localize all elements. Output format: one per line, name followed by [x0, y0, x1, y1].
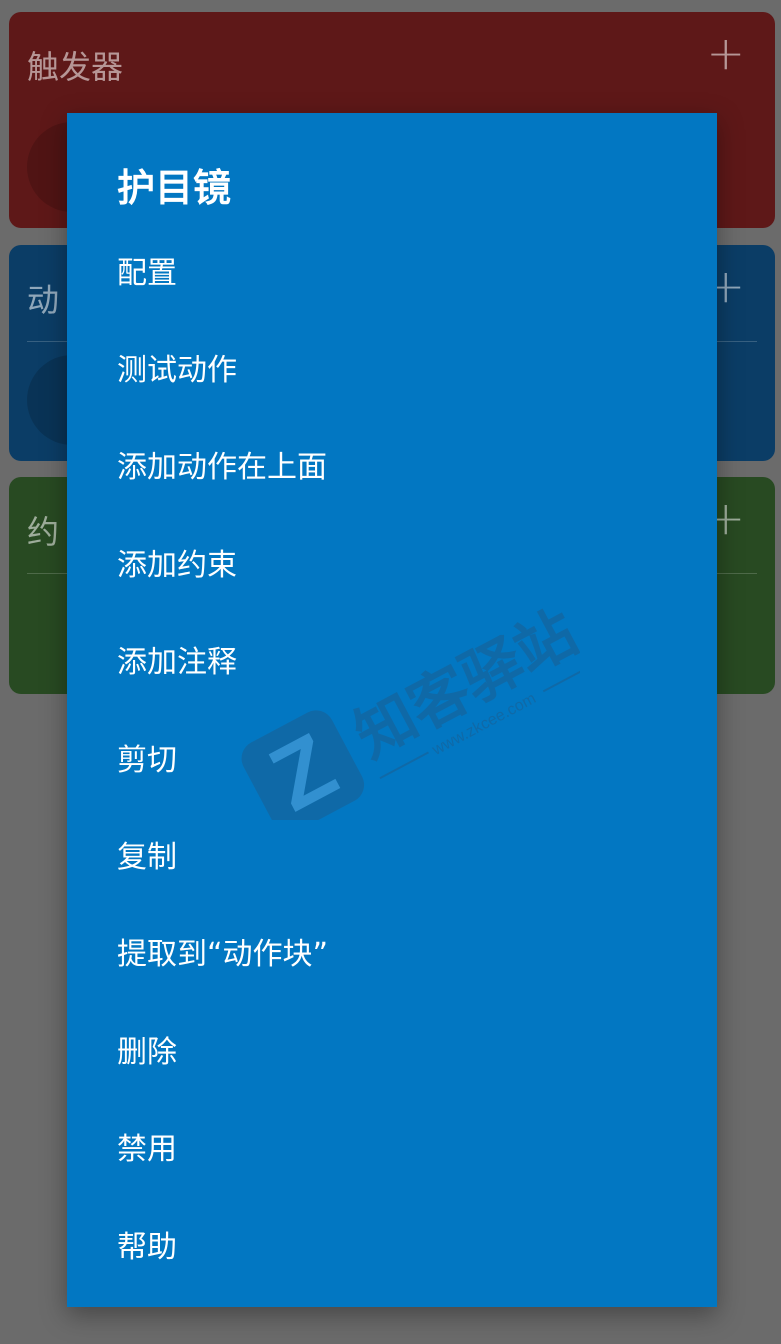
action-context-menu-dialog: 护目镜 配置 测试动作 添加动作在上面 添加约束 添加注释 剪切 复制 提取到“…	[67, 113, 717, 1307]
action-card-title: 动	[27, 281, 60, 319]
menu-list: 配置 测试动作 添加动作在上面 添加约束 添加注释 剪切 复制 提取到“动作块”…	[67, 221, 717, 1292]
dialog-title: 护目镜	[117, 166, 232, 210]
menu-item-extract-to-action-block[interactable]: 提取到“动作块”	[67, 903, 717, 1000]
menu-item-disable[interactable]: 禁用	[67, 1098, 717, 1195]
add-trigger-icon: +	[706, 26, 745, 80]
constraint-card-title: 约	[27, 513, 60, 551]
menu-item-add-comment[interactable]: 添加注释	[67, 611, 717, 708]
menu-item-copy[interactable]: 复制	[67, 805, 717, 902]
menu-item-help[interactable]: 帮助	[67, 1195, 717, 1292]
menu-item-cut[interactable]: 剪切	[67, 708, 717, 805]
trigger-card-title: 触发器	[27, 48, 124, 86]
menu-item-test-action[interactable]: 测试动作	[67, 318, 717, 415]
menu-item-delete[interactable]: 删除	[67, 1000, 717, 1097]
menu-item-configure[interactable]: 配置	[67, 221, 717, 318]
menu-item-add-constraint[interactable]: 添加约束	[67, 513, 717, 610]
menu-item-add-action-above[interactable]: 添加动作在上面	[67, 416, 717, 513]
